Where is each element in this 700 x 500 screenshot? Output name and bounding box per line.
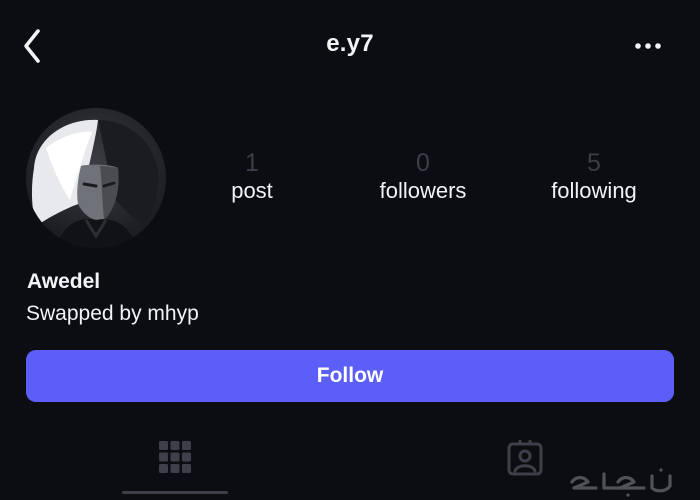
followers-count: 0 <box>416 149 430 177</box>
profile-avatar[interactable] <box>26 108 166 248</box>
following-stat[interactable]: 5 following <box>514 149 674 205</box>
grid-icon <box>159 441 191 473</box>
display-name: Awedel <box>27 270 101 293</box>
more-options-button[interactable] <box>628 36 668 56</box>
followers-stat[interactable]: 0 followers <box>343 149 503 205</box>
more-horizontal-icon <box>635 43 661 49</box>
posts-label: post <box>231 178 273 203</box>
profile-username: e.y7 <box>326 30 374 57</box>
haraj-watermark-logo <box>570 468 672 497</box>
posts-count: 1 <box>245 149 259 177</box>
active-tab-indicator <box>122 491 228 494</box>
profile-header: e.y7 <box>0 0 700 92</box>
tab-tagged[interactable] <box>470 430 580 500</box>
follow-button[interactable]: Follow <box>26 350 674 402</box>
tagged-person-icon <box>507 440 543 476</box>
profile-bio: Swapped by mhyp <box>26 302 199 325</box>
avatar-image <box>26 108 166 248</box>
following-count: 5 <box>587 149 601 177</box>
posts-stat[interactable]: 1 post <box>172 149 332 205</box>
following-label: following <box>551 178 637 203</box>
tab-posts-grid[interactable] <box>122 430 228 500</box>
followers-label: followers <box>379 178 467 203</box>
